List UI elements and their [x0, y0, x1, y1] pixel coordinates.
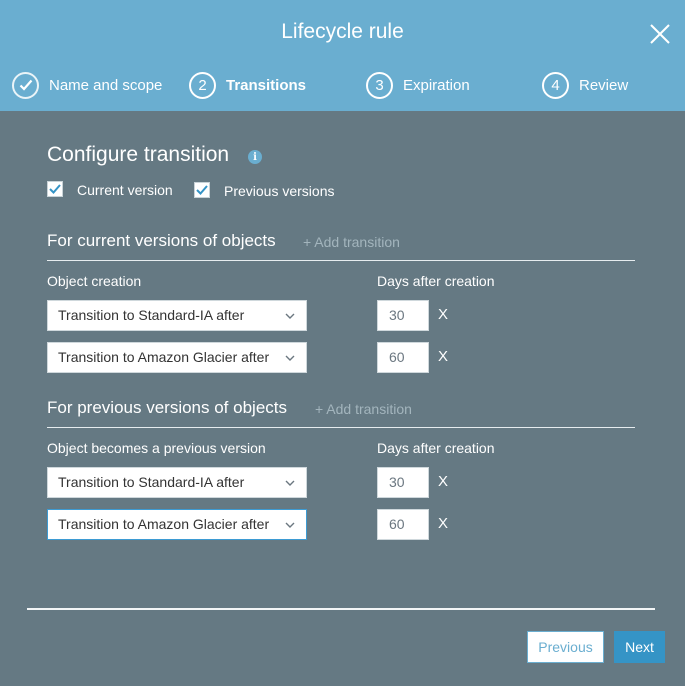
- days-input[interactable]: 30: [377, 467, 429, 498]
- previous-versions-checkbox[interactable]: [194, 182, 210, 198]
- transition-select[interactable]: Transition to Amazon Glacier after: [47, 342, 307, 373]
- step-name-and-scope[interactable]: Name and scope: [12, 71, 162, 99]
- days-input[interactable]: 30: [377, 300, 429, 331]
- step-number: 3: [366, 71, 393, 99]
- current-versions-title: For current versions of objects: [47, 231, 276, 250]
- checkmark-icon: [196, 185, 208, 195]
- days-input-value: 60: [389, 349, 405, 365]
- days-input[interactable]: 60: [377, 342, 429, 373]
- days-input-value: 30: [389, 307, 405, 323]
- step-review[interactable]: 4 Review: [542, 71, 628, 99]
- close-icon[interactable]: [645, 19, 675, 49]
- transition-select-value: Transition to Standard-IA after: [58, 474, 245, 490]
- step-transitions[interactable]: 2 Transitions: [189, 71, 306, 99]
- divider: [47, 260, 635, 261]
- add-transition-link[interactable]: + Add transition: [315, 401, 412, 417]
- add-transition-link[interactable]: + Add transition: [303, 234, 400, 250]
- remove-transition-button[interactable]: X: [438, 306, 448, 324]
- transition-select[interactable]: Transition to Standard-IA after: [47, 467, 307, 498]
- remove-transition-button[interactable]: X: [438, 515, 448, 533]
- dialog-header: Lifecycle rule Name and scope 2 Transiti…: [0, 0, 685, 111]
- transition-select-value: Transition to Standard-IA after: [58, 307, 245, 323]
- chevron-down-icon: [285, 522, 295, 528]
- remove-transition-button[interactable]: X: [438, 473, 448, 491]
- step-label: Transitions: [226, 76, 307, 94]
- object-previous-version-label: Object becomes a previous version: [47, 440, 266, 456]
- step-label: Review: [579, 76, 629, 94]
- next-button[interactable]: Next: [614, 631, 665, 663]
- object-creation-label: Object creation: [47, 273, 142, 289]
- info-icon[interactable]: i: [248, 150, 262, 164]
- checkmark-icon: [49, 184, 61, 194]
- previous-versions-title: For previous versions of objects: [47, 398, 287, 417]
- dialog-title: Lifecycle rule: [281, 20, 404, 43]
- transition-select-value: Transition to Amazon Glacier after: [58, 516, 270, 532]
- step-label: Expiration: [403, 76, 470, 94]
- days-after-creation-label: Days after creation: [377, 440, 495, 456]
- remove-transition-button[interactable]: X: [438, 348, 448, 366]
- days-input[interactable]: 60: [377, 509, 429, 540]
- footer-divider: [27, 608, 655, 610]
- previous-button[interactable]: Previous: [527, 631, 604, 663]
- step-expiration[interactable]: 3 Expiration: [366, 71, 470, 99]
- current-version-checkbox[interactable]: [47, 181, 63, 197]
- chevron-down-icon: [285, 480, 295, 486]
- transition-select[interactable]: Transition to Standard-IA after: [47, 300, 307, 331]
- step-number: 2: [189, 71, 216, 99]
- days-after-creation-label: Days after creation: [377, 273, 495, 289]
- step-label: Name and scope: [49, 76, 163, 94]
- divider: [47, 427, 635, 428]
- configure-transition-title: Configure transition: [47, 143, 230, 166]
- days-input-value: 30: [389, 474, 405, 490]
- chevron-down-icon: [285, 355, 295, 361]
- step-number: 4: [542, 71, 569, 99]
- chevron-down-icon: [285, 313, 295, 319]
- check-icon: [12, 71, 39, 99]
- days-input-value: 60: [389, 516, 405, 532]
- current-version-label[interactable]: Current version: [77, 182, 173, 198]
- transition-select-value: Transition to Amazon Glacier after: [58, 349, 270, 365]
- previous-versions-label[interactable]: Previous versions: [224, 183, 335, 199]
- transition-select[interactable]: Transition to Amazon Glacier after: [47, 509, 307, 540]
